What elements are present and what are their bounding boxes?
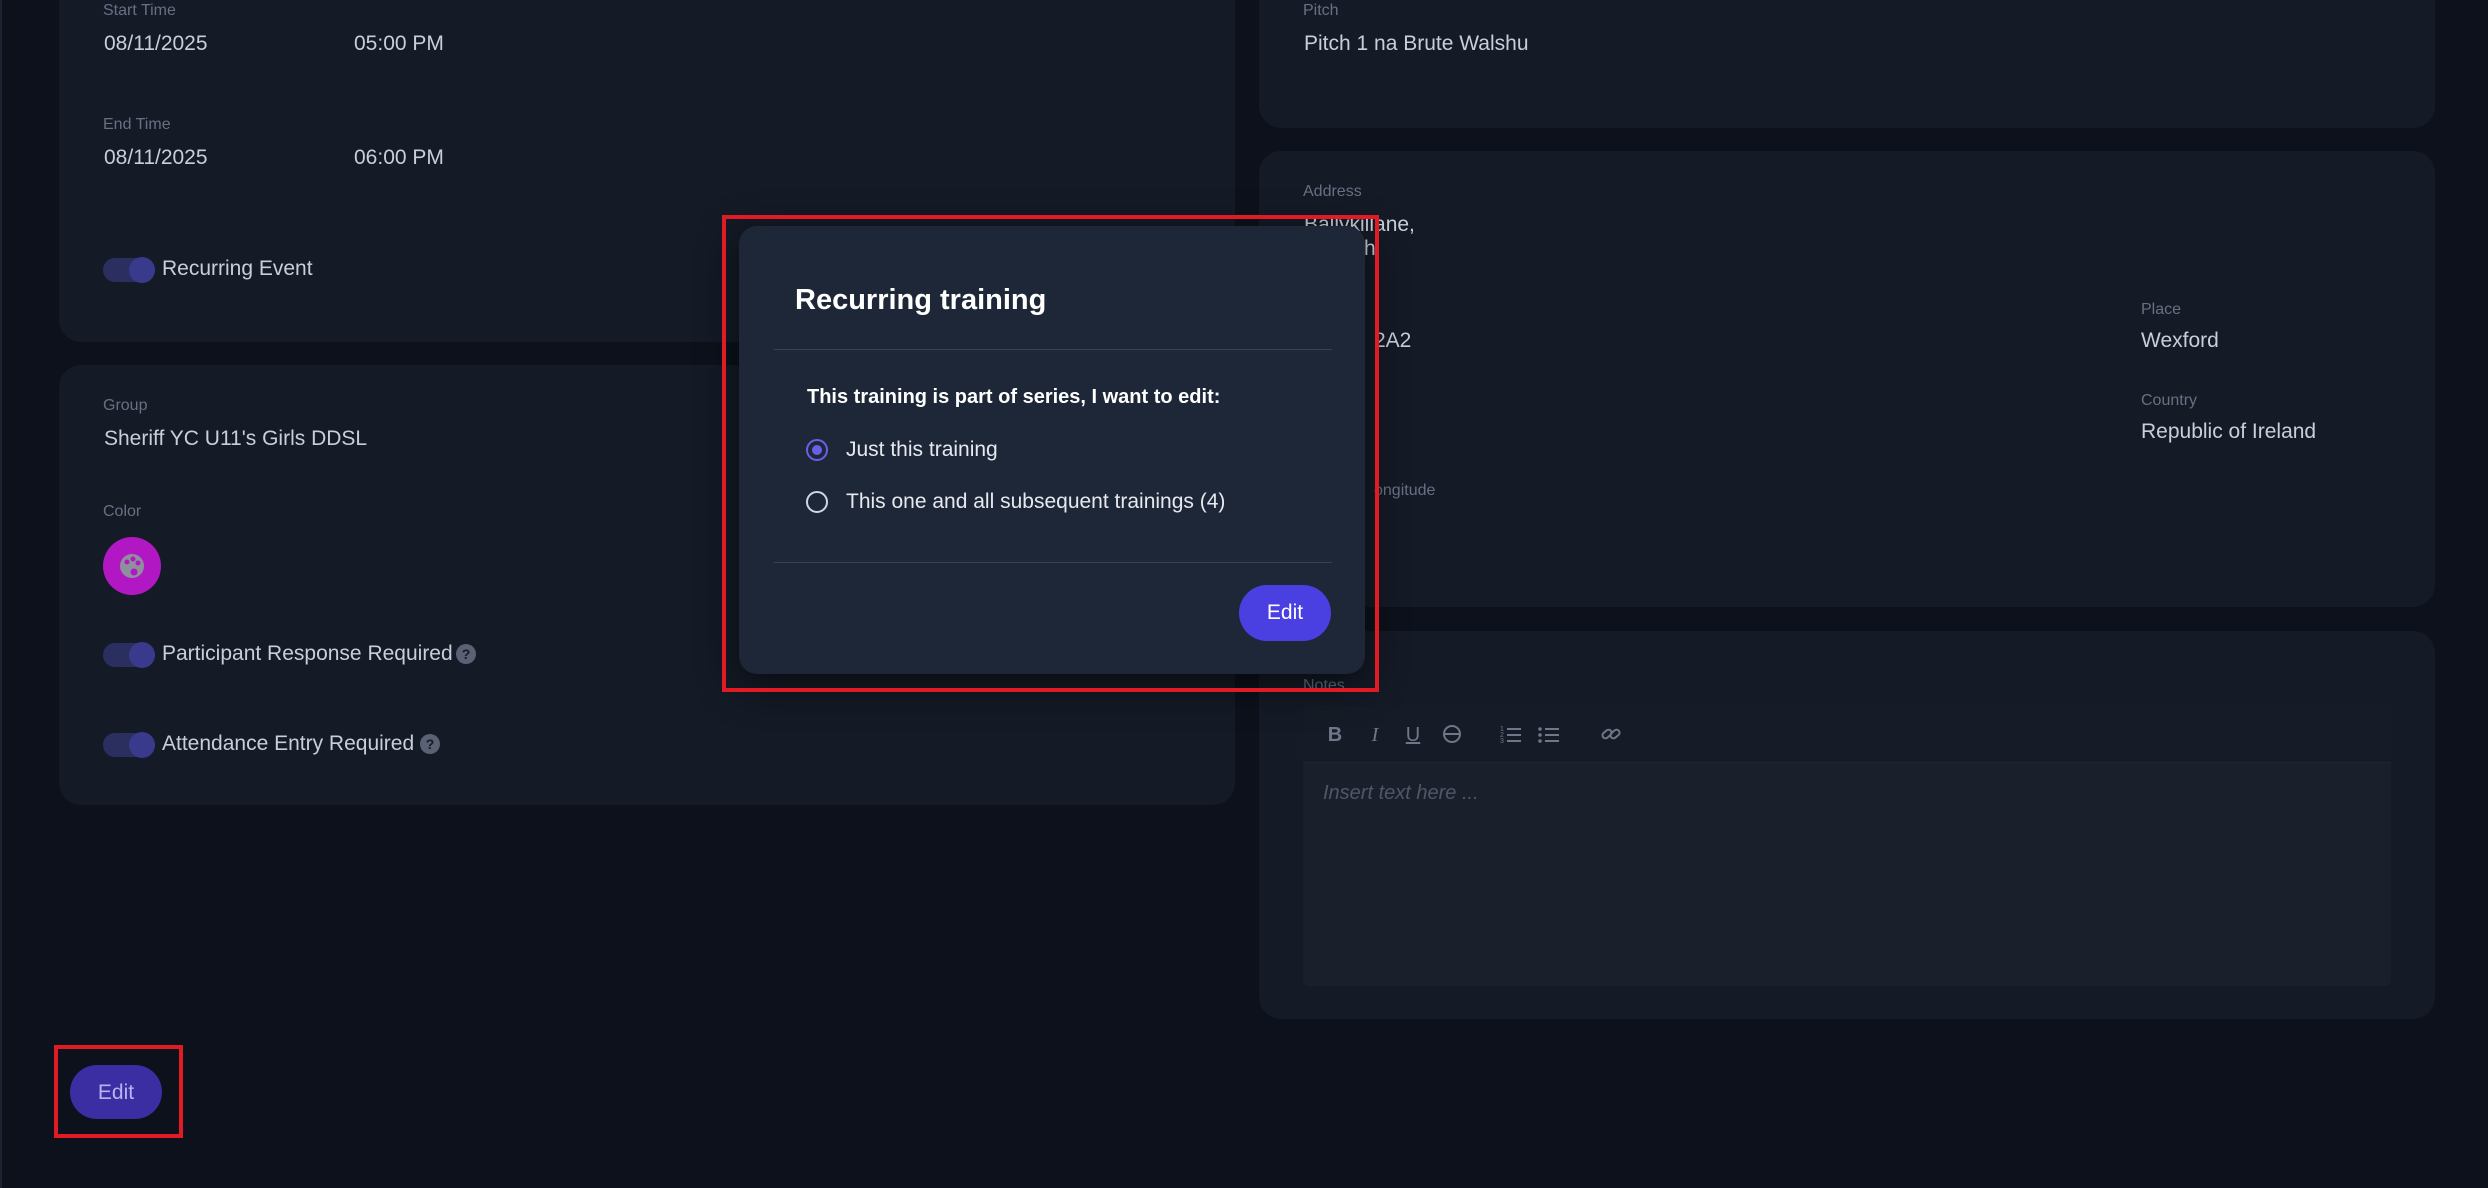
pitch-value: Pitch 1 na Brute Walshu <box>1304 32 1529 55</box>
end-time-label: End Time <box>103 116 171 133</box>
country-label: Country <box>2141 392 2198 409</box>
help-icon[interactable]: ? <box>456 644 476 664</box>
recurring-event-toggle[interactable] <box>103 257 155 283</box>
sidebar-edge <box>0 0 2 1188</box>
bullet-list-icon[interactable] <box>1537 724 1561 750</box>
notes-editor[interactable]: B I U 123 Insert text here ... <box>1303 706 2391 986</box>
attendance-entry-label: Attendance Entry Required <box>162 732 415 755</box>
end-time-value[interactable]: 06:00 PM <box>354 146 444 170</box>
address-card: Address Ballykillane, h 2A2 Place Wexfor… <box>1259 151 2435 607</box>
color-label: Color <box>103 503 142 520</box>
group-value: Sheriff YC U11's Girls DDSL <box>104 427 368 450</box>
recurring-event-label: Recurring Event <box>162 257 313 280</box>
group-label: Group <box>103 397 148 414</box>
participant-response-label: Participant Response Required <box>162 642 453 665</box>
underline-icon[interactable]: U <box>1401 724 1425 747</box>
link-icon[interactable] <box>1599 724 1623 750</box>
start-time-label: Start Time <box>103 2 176 19</box>
eircode-value: 2A2 <box>1374 329 1412 352</box>
start-date-value[interactable]: 08/11/2025 <box>104 32 208 56</box>
pitch-card: Pitch Pitch 1 na Brute Walshu <box>1259 0 2435 128</box>
toggle-knob <box>129 257 155 283</box>
svg-text:3: 3 <box>1500 738 1504 744</box>
pitch-label: Pitch <box>1303 2 1339 19</box>
address-label: Address <box>1303 183 1362 200</box>
palette-icon <box>120 554 144 578</box>
place-label: Place <box>2141 301 2182 318</box>
country-value: Republic of Ireland <box>2141 420 2317 443</box>
end-date-value[interactable]: 08/11/2025 <box>104 146 208 170</box>
start-time-value[interactable]: 05:00 PM <box>354 32 444 56</box>
toggle-knob <box>129 642 155 668</box>
help-icon[interactable]: ? <box>420 734 440 754</box>
bold-icon[interactable]: B <box>1323 724 1347 747</box>
lat-long-label: ongitude <box>1374 482 1436 499</box>
notes-placeholder: Insert text here ... <box>1323 782 1479 804</box>
dialog-highlight <box>722 215 1379 692</box>
participant-response-toggle[interactable] <box>103 642 155 668</box>
attendance-entry-toggle[interactable] <box>103 732 155 758</box>
toggle-knob <box>129 732 155 758</box>
italic-icon[interactable]: I <box>1363 724 1387 747</box>
ordered-list-icon[interactable]: 123 <box>1499 724 1523 750</box>
strikethrough-icon[interactable] <box>1440 724 1464 750</box>
edit-button-highlight <box>54 1045 183 1138</box>
editor-toolbar: B I U 123 <box>1303 706 2391 763</box>
color-picker-button[interactable] <box>103 537 161 595</box>
place-value: Wexford <box>2141 329 2219 352</box>
